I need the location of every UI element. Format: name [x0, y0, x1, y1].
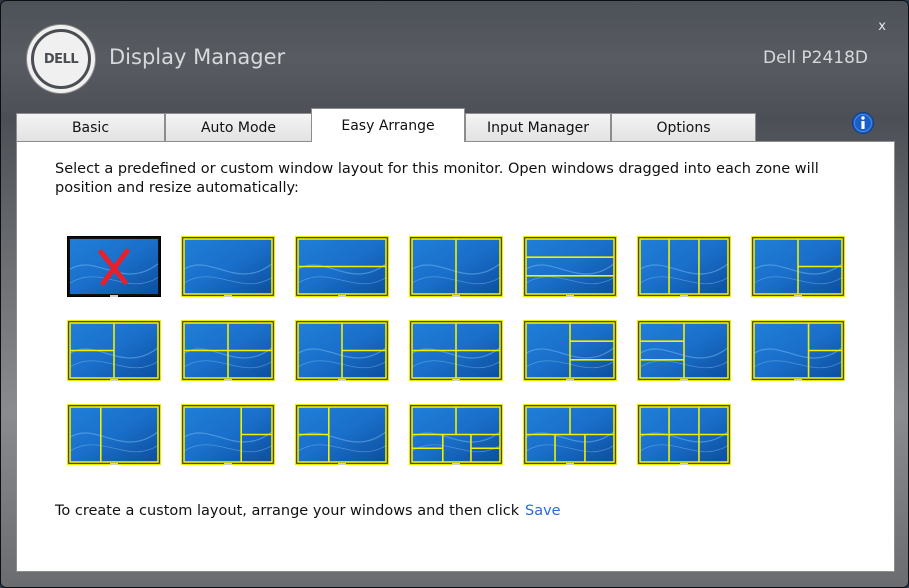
layout-wide-left-plus-narrow-right[interactable] [181, 404, 275, 465]
monitor-name: Dell P2418D [762, 48, 868, 68]
instructions-text: Select a predefined or custom window lay… [55, 161, 819, 196]
app-title: Display Manager [109, 45, 286, 69]
tab-input-manager[interactable]: Input Manager [465, 113, 611, 141]
layout-wide-left-plus-right-split[interactable] [751, 320, 845, 381]
tab-auto-mode[interactable]: Auto Mode [165, 113, 312, 141]
layout-two-columns[interactable] [409, 236, 503, 297]
layout-top-plus-bottom-triple[interactable] [523, 404, 617, 465]
layout-no-layout[interactable] [67, 236, 161, 297]
layout-full[interactable] [181, 236, 275, 297]
layout-two-by-three[interactable] [637, 404, 731, 465]
layout-left-plus-right-split[interactable] [751, 236, 845, 297]
info-icon[interactable] [852, 112, 874, 134]
layout-left-plus-three-rows[interactable] [523, 320, 617, 381]
layout-three-rows[interactable] [523, 236, 617, 297]
layout-three-columns[interactable] [637, 236, 731, 297]
dell-logo: DELL [27, 25, 95, 93]
layout-left-split-plus-right[interactable] [67, 320, 161, 381]
layout-two-rows[interactable] [295, 236, 389, 297]
close-icon[interactable]: x [878, 19, 886, 34]
layout-three-rows-plus-right[interactable] [637, 320, 731, 381]
save-link[interactable]: Save [525, 503, 561, 519]
tab-easy-arrange[interactable]: Easy Arrange [311, 108, 465, 142]
layout-left-plus-two-rows[interactable] [295, 320, 389, 381]
layout-two-by-two-wide[interactable] [181, 320, 275, 381]
display-manager-window: x DELL Display Manager Dell P2418D Basic… [0, 0, 909, 588]
layout-two-by-two[interactable] [409, 320, 503, 381]
dell-logo-text: DELL [43, 51, 79, 67]
easy-arrange-panel: Select a predefined or custom window lay… [16, 141, 895, 572]
layout-left-split-plus-right-wide[interactable] [295, 404, 389, 465]
layout-top-plus-bottom-quad[interactable] [409, 404, 503, 465]
tab-basic[interactable]: Basic [16, 113, 165, 141]
custom-layout-text: To create a custom layout, arrange your … [55, 503, 520, 519]
layout-narrow-left-plus-right[interactable] [67, 404, 161, 465]
tab-options[interactable]: Options [611, 113, 756, 141]
